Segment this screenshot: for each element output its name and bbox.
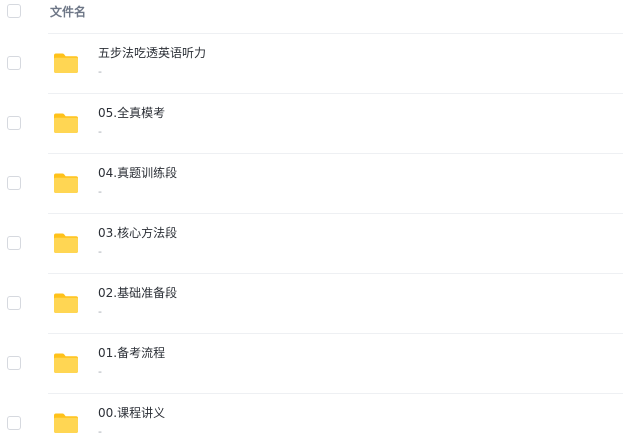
file-row[interactable]: 03.核心方法段 - — [0, 213, 623, 273]
row-divider — [48, 213, 623, 214]
folder-icon — [53, 352, 79, 374]
file-row[interactable]: 00.课程讲义 - — [0, 393, 623, 439]
file-name[interactable]: 03.核心方法段 — [98, 225, 177, 241]
column-header-filename[interactable]: 文件名 — [50, 3, 86, 21]
row-checkbox[interactable] — [7, 116, 21, 130]
file-row[interactable]: 02.基础准备段 - — [0, 273, 623, 333]
row-divider — [48, 33, 623, 34]
row-divider — [48, 273, 623, 274]
row-checkbox[interactable] — [7, 296, 21, 310]
file-detail: - — [98, 365, 102, 378]
folder-icon — [53, 112, 79, 134]
file-row[interactable]: 05.全真模考 - — [0, 93, 623, 153]
row-checkbox[interactable] — [7, 356, 21, 370]
file-row[interactable]: 04.真题训练段 - — [0, 153, 623, 213]
select-all-checkbox[interactable] — [7, 4, 21, 18]
file-row[interactable]: 01.备考流程 - — [0, 333, 623, 393]
file-detail: - — [98, 245, 102, 258]
row-divider — [48, 393, 623, 394]
file-row[interactable]: 五步法吃透英语听力 - — [0, 33, 623, 93]
file-name[interactable]: 02.基础准备段 — [98, 285, 177, 301]
row-checkbox[interactable] — [7, 236, 21, 250]
row-divider — [48, 153, 623, 154]
file-detail: - — [98, 125, 102, 138]
file-name[interactable]: 五步法吃透英语听力 — [98, 45, 206, 61]
file-detail: - — [98, 305, 102, 318]
row-divider — [48, 333, 623, 334]
file-detail: - — [98, 185, 102, 198]
row-checkbox[interactable] — [7, 56, 21, 70]
file-detail: - — [98, 65, 102, 78]
folder-icon — [53, 172, 79, 194]
file-list: 文件名 五步法吃透英语听力 - 05.全真模考 - 04.真题训练段 - 03.核心方法段 -… — [0, 0, 623, 439]
file-name[interactable]: 04.真题训练段 — [98, 165, 177, 181]
file-list-header: 文件名 — [0, 0, 623, 27]
row-checkbox[interactable] — [7, 416, 21, 430]
folder-icon — [53, 412, 79, 434]
file-name[interactable]: 05.全真模考 — [98, 105, 165, 121]
row-checkbox[interactable] — [7, 176, 21, 190]
file-name[interactable]: 00.课程讲义 — [98, 405, 165, 421]
folder-icon — [53, 52, 79, 74]
file-detail: - — [98, 425, 102, 438]
folder-icon — [53, 292, 79, 314]
folder-icon — [53, 232, 79, 254]
row-divider — [48, 93, 623, 94]
file-name[interactable]: 01.备考流程 — [98, 345, 165, 361]
